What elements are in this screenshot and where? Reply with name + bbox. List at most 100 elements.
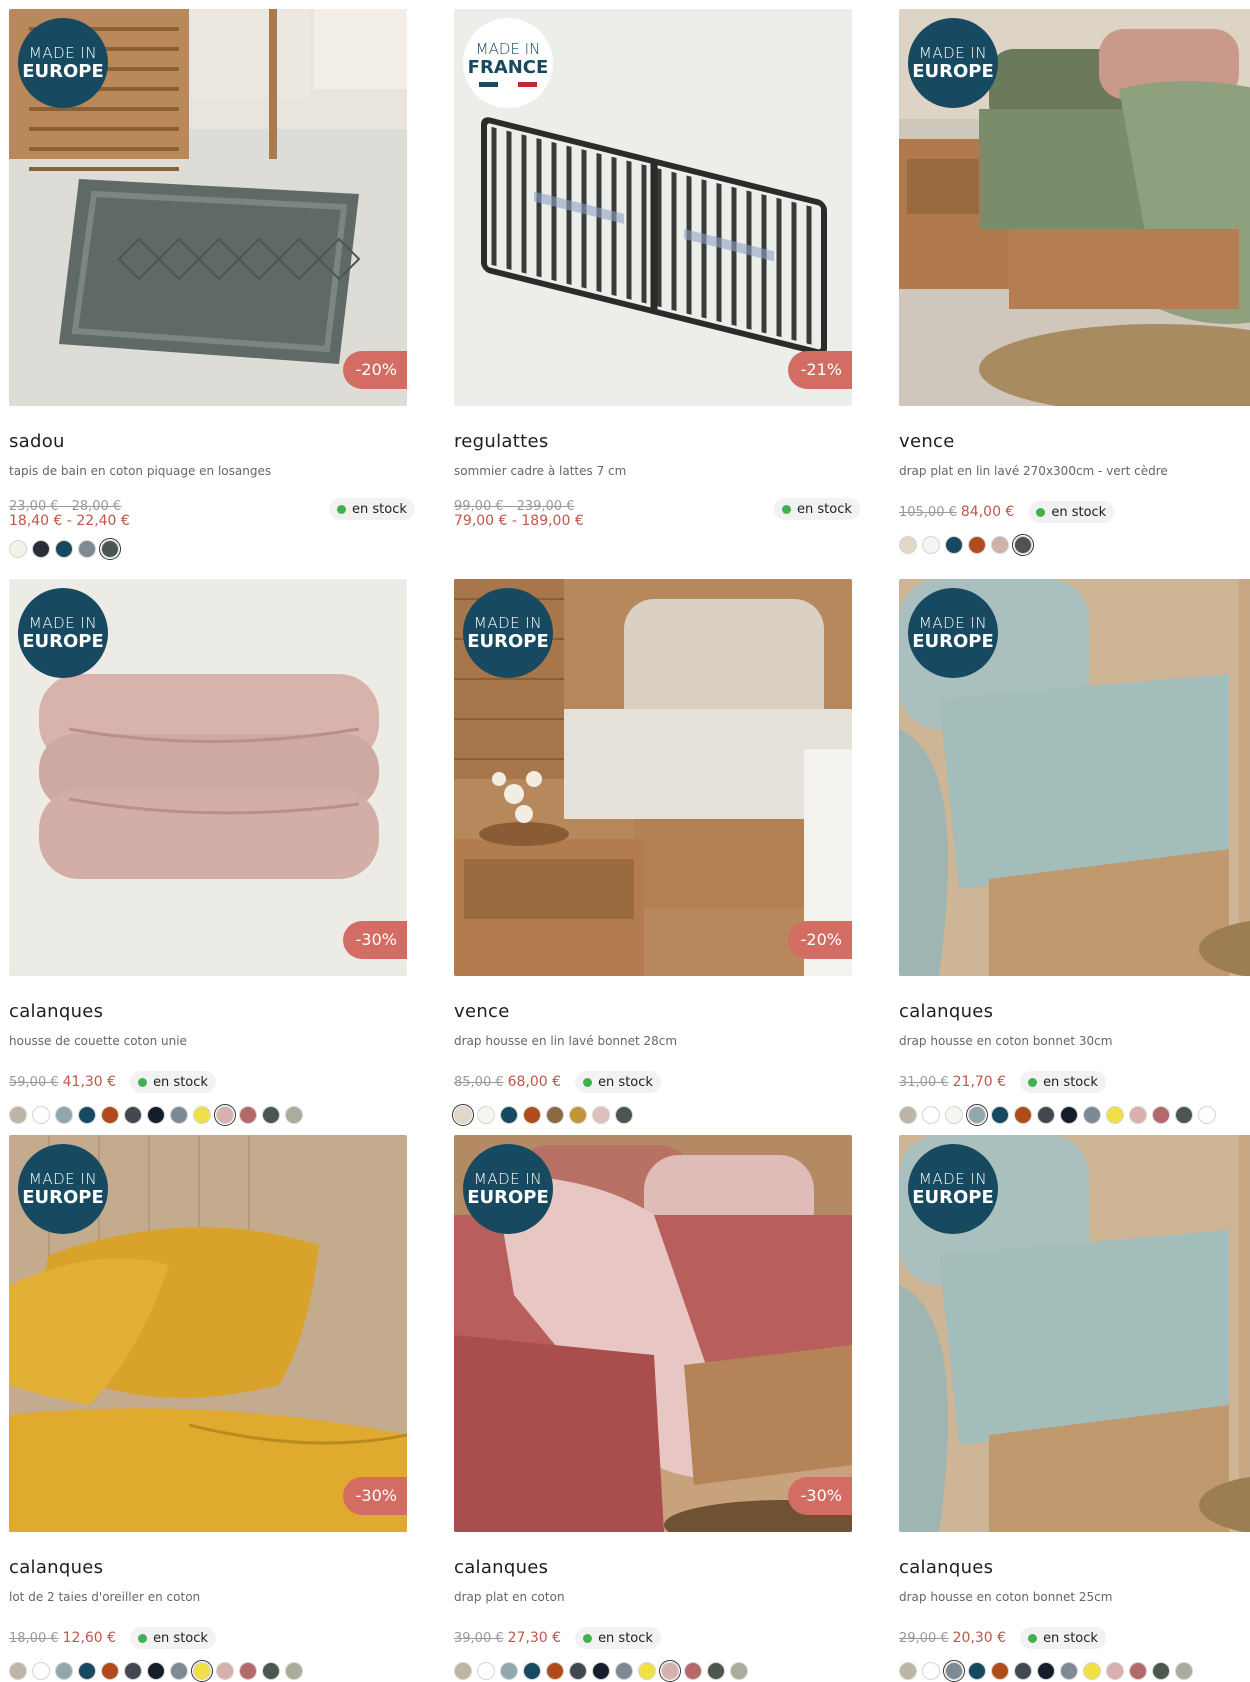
color-swatch[interactable] [262, 1106, 280, 1124]
color-swatch[interactable] [9, 1662, 27, 1680]
product-name[interactable]: calanques [454, 1557, 548, 1578]
color-swatch[interactable] [991, 1662, 1009, 1680]
color-swatch[interactable] [124, 1106, 142, 1124]
color-swatch[interactable] [899, 1106, 917, 1124]
color-swatch[interactable] [55, 1662, 73, 1680]
color-swatch[interactable] [101, 1662, 119, 1680]
color-swatch[interactable] [239, 1662, 257, 1680]
color-swatch[interactable] [78, 1662, 96, 1680]
color-swatch[interactable] [239, 1106, 257, 1124]
product-name[interactable]: calanques [9, 1557, 103, 1578]
color-swatch[interactable] [638, 1662, 656, 1680]
product-image[interactable]: MADE IN EUROPE -20% [9, 9, 407, 406]
color-swatch[interactable] [707, 1662, 725, 1680]
color-swatch[interactable] [991, 536, 1009, 554]
color-swatch[interactable] [1014, 1662, 1032, 1680]
color-swatch[interactable] [1152, 1662, 1170, 1680]
color-swatch[interactable] [452, 1104, 474, 1126]
product-name[interactable]: vence [454, 1001, 510, 1022]
color-swatch[interactable] [523, 1106, 541, 1124]
color-swatch[interactable] [730, 1662, 748, 1680]
color-swatch[interactable] [32, 540, 50, 558]
color-swatch[interactable] [945, 536, 963, 554]
color-swatch[interactable] [78, 540, 96, 558]
color-swatch[interactable] [55, 540, 73, 558]
color-swatch[interactable] [966, 1104, 988, 1126]
color-swatch[interactable] [922, 1662, 940, 1680]
color-swatch[interactable] [216, 1662, 234, 1680]
color-swatch[interactable] [546, 1106, 564, 1124]
product-image[interactable]: MADE IN EUROPE [899, 1135, 1250, 1532]
color-swatch[interactable] [170, 1106, 188, 1124]
color-swatch[interactable] [285, 1106, 303, 1124]
color-swatch[interactable] [546, 1662, 564, 1680]
color-swatch[interactable] [101, 1106, 119, 1124]
color-swatch[interactable] [147, 1106, 165, 1124]
color-swatch[interactable] [147, 1662, 165, 1680]
color-swatch[interactable] [9, 1106, 27, 1124]
color-swatch[interactable] [124, 1662, 142, 1680]
product-name[interactable]: calanques [899, 1001, 993, 1022]
color-swatch[interactable] [943, 1660, 965, 1682]
color-swatch[interactable] [1014, 1106, 1032, 1124]
color-swatch[interactable] [1037, 1106, 1055, 1124]
color-swatch[interactable] [1175, 1662, 1193, 1680]
color-swatch[interactable] [32, 1106, 50, 1124]
color-swatch[interactable] [899, 536, 917, 554]
color-swatch[interactable] [32, 1662, 50, 1680]
color-swatch[interactable] [523, 1662, 541, 1680]
product-name[interactable]: calanques [899, 1557, 993, 1578]
color-swatch[interactable] [170, 1662, 188, 1680]
color-swatch[interactable] [285, 1662, 303, 1680]
product-image[interactable]: MADE IN EUROPE [899, 579, 1250, 976]
color-swatch[interactable] [191, 1660, 213, 1682]
color-swatch[interactable] [477, 1106, 495, 1124]
color-swatch[interactable] [500, 1106, 518, 1124]
color-swatch[interactable] [262, 1662, 280, 1680]
color-swatch[interactable] [1152, 1106, 1170, 1124]
color-swatch[interactable] [1060, 1106, 1078, 1124]
color-swatch[interactable] [991, 1106, 1009, 1124]
color-swatch[interactable] [569, 1662, 587, 1680]
product-name[interactable]: calanques [9, 1001, 103, 1022]
color-swatch[interactable] [659, 1660, 681, 1682]
color-swatch[interactable] [477, 1662, 495, 1680]
product-image[interactable]: MADE IN EUROPE -20% [454, 579, 852, 976]
product-image[interactable]: MADE IN EUROPE -30% [9, 1135, 407, 1532]
product-image[interactable]: MADE IN EUROPE [899, 9, 1250, 406]
color-swatch[interactable] [9, 540, 27, 558]
color-swatch[interactable] [500, 1662, 518, 1680]
color-swatch[interactable] [592, 1106, 610, 1124]
color-swatch[interactable] [55, 1106, 73, 1124]
color-swatch[interactable] [1198, 1106, 1216, 1124]
color-swatch[interactable] [99, 538, 121, 560]
color-swatch[interactable] [945, 1106, 963, 1124]
color-swatch[interactable] [1175, 1106, 1193, 1124]
color-swatch[interactable] [569, 1106, 587, 1124]
color-swatch[interactable] [214, 1104, 236, 1126]
color-swatch[interactable] [1012, 534, 1034, 556]
color-swatch[interactable] [78, 1106, 96, 1124]
product-name[interactable]: vence [899, 431, 955, 452]
color-swatch[interactable] [615, 1662, 633, 1680]
color-swatch[interactable] [615, 1106, 633, 1124]
color-swatch[interactable] [968, 1662, 986, 1680]
color-swatch[interactable] [454, 1662, 472, 1680]
color-swatch[interactable] [684, 1662, 702, 1680]
color-swatch[interactable] [922, 1106, 940, 1124]
product-name[interactable]: sadou [9, 431, 65, 452]
color-swatch[interactable] [1129, 1662, 1147, 1680]
color-swatch[interactable] [968, 536, 986, 554]
color-swatch[interactable] [1106, 1662, 1124, 1680]
product-image[interactable]: MADE IN FRANCE -21% [454, 9, 852, 406]
color-swatch[interactable] [1083, 1662, 1101, 1680]
color-swatch[interactable] [1060, 1662, 1078, 1680]
color-swatch[interactable] [1083, 1106, 1101, 1124]
product-name[interactable]: regulattes [454, 431, 549, 452]
product-image[interactable]: MADE IN EUROPE -30% [454, 1135, 852, 1532]
color-swatch[interactable] [899, 1662, 917, 1680]
color-swatch[interactable] [193, 1106, 211, 1124]
color-swatch[interactable] [1106, 1106, 1124, 1124]
color-swatch[interactable] [1129, 1106, 1147, 1124]
product-image[interactable]: MADE IN EUROPE -30% [9, 579, 407, 976]
